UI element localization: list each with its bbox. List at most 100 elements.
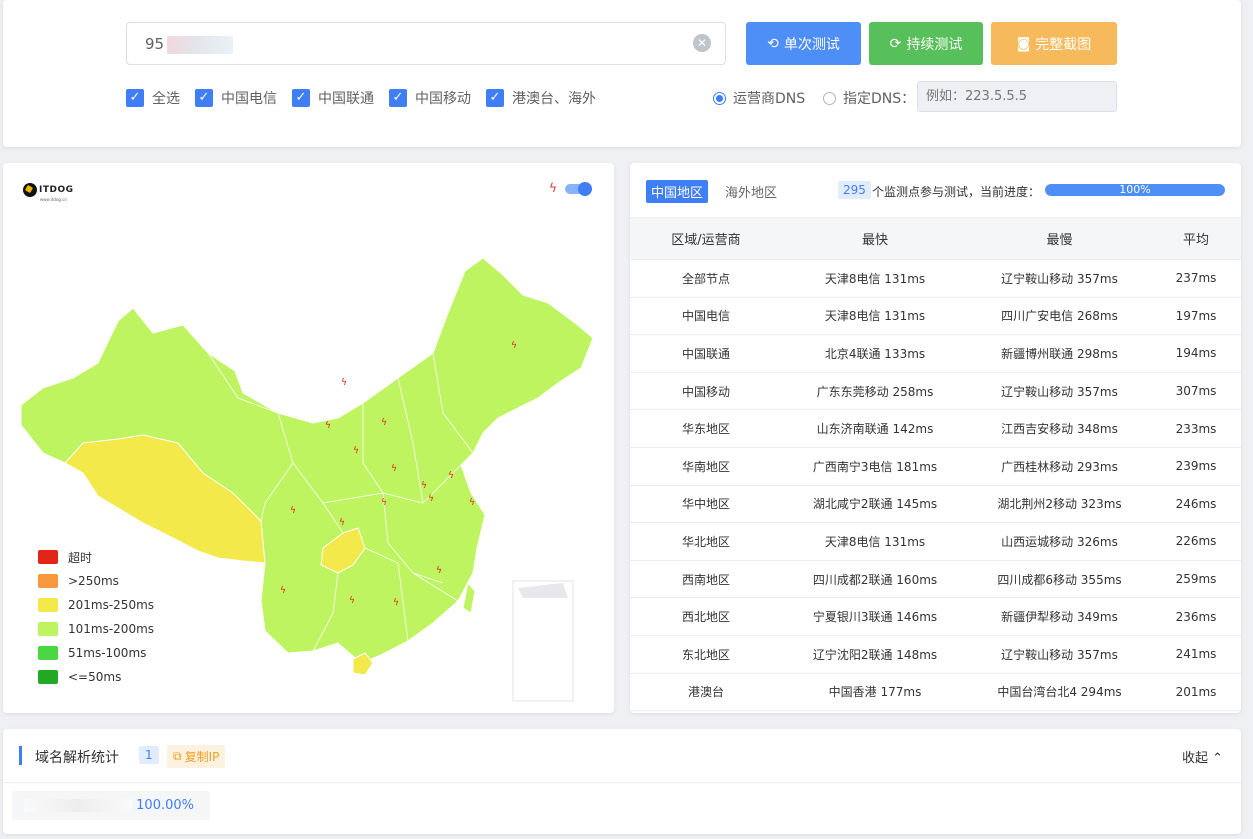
table-cell: 华南地区 — [630, 447, 782, 486]
legend-swatch — [38, 670, 58, 684]
copy-icon: ⧉ — [173, 749, 182, 763]
column-header: 最快 — [782, 217, 968, 260]
svg-text:ϟ: ϟ — [381, 418, 387, 428]
table-row: 华北地区 天津8电信 131ms 山西运城移动 326ms 226ms — [630, 522, 1241, 561]
table-cell: 中国香港 177ms — [782, 673, 968, 712]
table-cell: 新疆伊犁移动 349ms — [968, 597, 1151, 636]
table-cell: 233ms — [1151, 409, 1241, 448]
tab-china[interactable]: 中国地区 — [646, 180, 709, 203]
legend-label: 超时 — [68, 550, 93, 565]
camera-icon: ◙ — [1016, 35, 1031, 52]
table-cell: 239ms — [1151, 447, 1241, 486]
checkbox-mobile[interactable]: ✓ 中国移动 — [389, 88, 471, 108]
radio-custom-dns[interactable]: 指定DNS： — [823, 88, 915, 108]
map-legend: 超时 >250ms 201ms-250ms 101ms-200ms 51ms-100ms… — [38, 545, 154, 689]
latency-map-panel: ITDOG www.itdog.cn ϟ ϟϟ ϟϟ ϟ ϟ ϟ ϟ ϟ ϟ ϟ… — [3, 163, 614, 713]
full-screenshot-button[interactable]: ◙ 完整截图 — [991, 22, 1117, 65]
table-cell: 宁夏银川3联通 146ms — [782, 597, 968, 636]
redacted-ip-mask — [24, 799, 132, 812]
svg-text:ϟ: ϟ — [448, 471, 454, 481]
legend-item: >250ms — [38, 569, 154, 593]
table-cell: 四川广安电信 268ms — [968, 297, 1151, 336]
table-cell: 广西桂林移动 293ms — [968, 447, 1151, 486]
legend-label: 51ms-100ms — [68, 646, 147, 660]
table-cell: 197ms — [1151, 297, 1241, 336]
table-cell: 东北地区 — [630, 635, 782, 674]
dns-stats-panel: 域名解析统计 1 ⧉ 复制IP 收起 ⌃ 100.00% — [3, 729, 1241, 834]
svg-text:ϟ: ϟ — [341, 378, 347, 388]
lightning-icon: ϟ — [549, 181, 557, 195]
svg-text:ϟ: ϟ — [428, 494, 434, 504]
radio-isp-dns[interactable]: 运营商DNS — [713, 88, 805, 108]
svg-text:ϟ: ϟ — [469, 498, 475, 508]
check-icon: ✓ — [486, 89, 504, 107]
table-cell: 天津8电信 131ms — [782, 259, 968, 298]
dog-logo-icon — [23, 183, 37, 197]
svg-text:ϟ: ϟ — [421, 481, 427, 491]
legend-item: <=50ms — [38, 665, 154, 689]
test-progress-bar: 100% — [1045, 184, 1225, 196]
table-header-row: 区域/运营商 最快 最慢 平均 — [630, 217, 1241, 260]
checkbox-unicom[interactable]: ✓ 中国联通 — [292, 88, 374, 108]
svg-text:ϟ: ϟ — [511, 341, 517, 351]
legend-label: 101ms-200ms — [68, 622, 155, 636]
table-cell: 广东东莞移动 258ms — [782, 372, 968, 411]
refresh-icon: ⟲ — [767, 35, 779, 52]
check-icon: ✓ — [292, 89, 310, 107]
svg-text:ϟ: ϟ — [393, 598, 399, 608]
check-icon: ✓ — [195, 89, 213, 107]
check-icon: ✓ — [389, 89, 407, 107]
svg-text:ϟ: ϟ — [353, 446, 359, 456]
table-cell: 307ms — [1151, 372, 1241, 411]
table-row: 西北地区 宁夏银川3联通 146ms 新疆伊犁移动 349ms 236ms — [630, 597, 1241, 636]
svg-text:ϟ: ϟ — [349, 596, 355, 606]
table-cell: 西北地区 — [630, 597, 782, 636]
svg-text:ϟ: ϟ — [381, 498, 387, 508]
table-cell: 辽宁鞍山移动 357ms — [968, 635, 1151, 674]
checkbox-select-all[interactable]: ✓ 全选 — [126, 88, 180, 108]
table-cell: 辽宁鞍山移动 357ms — [968, 372, 1151, 411]
table-cell: 201ms — [1151, 673, 1241, 712]
results-table: 区域/运营商 最快 最慢 平均 全部节点 天津8电信 131ms 辽宁鞍山移动 35… — [630, 217, 1241, 712]
table-row: 中国电信 天津8电信 131ms 四川广安电信 268ms 197ms — [630, 297, 1241, 336]
table-cell: 194ms — [1151, 334, 1241, 373]
title-accent-bar — [19, 746, 22, 765]
clear-input-icon[interactable]: ✕ — [693, 34, 711, 52]
table-cell: 西南地区 — [630, 560, 782, 599]
table-cell: 246ms — [1151, 485, 1241, 524]
table-cell: 226ms — [1151, 522, 1241, 561]
table-cell: 中国台湾台北4 294ms — [968, 673, 1151, 712]
table-row: 华东地区 山东济南联通 142ms 江西吉安移动 348ms 233ms — [630, 409, 1241, 448]
table-row: 中国联通 北京4联通 133ms 新疆博州联通 298ms 194ms — [630, 334, 1241, 373]
single-test-button[interactable]: ⟲ 单次测试 — [746, 22, 861, 65]
dns-result-percent: 100.00% — [136, 798, 194, 813]
table-cell: 辽宁沈阳2联通 148ms — [782, 635, 968, 674]
table-cell: 236ms — [1151, 597, 1241, 636]
dns-count-badge: 1 — [139, 746, 159, 764]
table-row: 华中地区 湖北咸宁2联通 145ms 湖北荆州2移动 323ms 246ms — [630, 485, 1241, 524]
table-cell: 四川成都6移动 355ms — [968, 560, 1151, 599]
node-marker-toggle[interactable] — [565, 182, 592, 196]
table-cell: 华中地区 — [630, 485, 782, 524]
tab-overseas[interactable]: 海外地区 — [720, 180, 782, 203]
south-china-sea-inset — [512, 580, 574, 702]
continuous-test-button[interactable]: ⟳ 持续测试 — [869, 22, 983, 65]
checkbox-telecom[interactable]: ✓ 中国电信 — [195, 88, 277, 108]
divider — [3, 782, 1241, 783]
table-cell: 中国电信 — [630, 297, 782, 336]
legend-label: 201ms-250ms — [68, 598, 155, 612]
legend-item: 101ms-200ms — [38, 617, 154, 641]
legend-item: 201ms-250ms — [38, 593, 154, 617]
svg-text:ϟ: ϟ — [391, 464, 397, 474]
chevron-up-icon: ⌃ — [1212, 751, 1223, 766]
progress-caption: 个监测点参与测试，当前进度： — [872, 185, 1041, 199]
dns-result-item[interactable]: 100.00% — [12, 791, 210, 820]
table-row: 全部节点 天津8电信 131ms 辽宁鞍山移动 357ms 237ms — [630, 259, 1241, 298]
table-cell: 华北地区 — [630, 522, 782, 561]
custom-dns-input[interactable] — [917, 81, 1117, 112]
checkbox-hk-overseas[interactable]: ✓ 港澳台、海外 — [486, 88, 596, 108]
table-cell: 中国联通 — [630, 334, 782, 373]
table-row: 西南地区 四川成都2联通 160ms 四川成都6移动 355ms 259ms — [630, 560, 1241, 599]
copy-ip-button[interactable]: ⧉ 复制IP — [167, 745, 226, 768]
collapse-button[interactable]: 收起 ⌃ — [1182, 747, 1223, 766]
